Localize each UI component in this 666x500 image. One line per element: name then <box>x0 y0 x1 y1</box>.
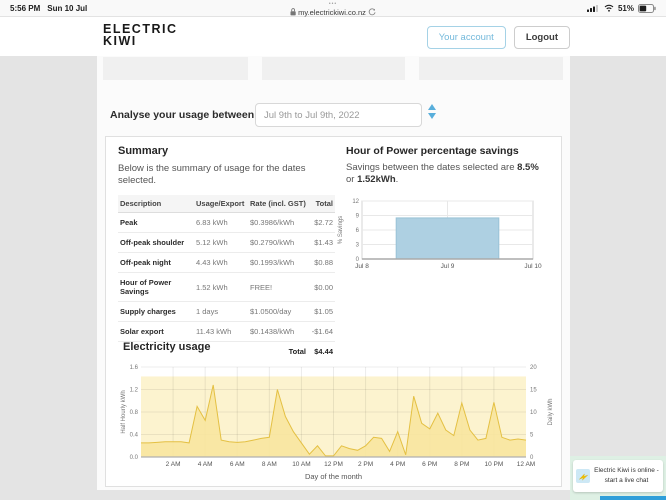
reload-icon[interactable] <box>368 8 376 16</box>
electricity-usage-title: Electricity usage <box>123 341 210 353</box>
logout-button[interactable]: Logout <box>514 26 570 49</box>
summary-col-header: Usage/Export <box>194 195 248 213</box>
hop-bar-chart: 036912% SavingsJul 8Jul 9Jul 10 <box>334 191 556 271</box>
summary-col-header: Total <box>308 195 335 213</box>
hop-title: Hour of Power percentage savings <box>346 145 556 157</box>
hop-percent: 8.5% <box>517 162 539 173</box>
svg-text:Jul 8: Jul 8 <box>355 263 369 270</box>
summary-table-row: Supply charges1 days$1.0500/day$1.05 <box>118 302 335 322</box>
svg-text:Day of the month: Day of the month <box>305 472 362 481</box>
electricity-usage-chart: 0.00.40.81.21.6051015202 AM4 AM6 AM8 AM1… <box>118 359 560 485</box>
svg-text:1.2: 1.2 <box>130 388 139 394</box>
date-range-stepper[interactable] <box>428 104 436 119</box>
wifi-icon <box>604 4 614 12</box>
summary-table: DescriptionUsage/ExportRate (incl. GST)T… <box>118 195 335 361</box>
status-date: Sun 10 Jul <box>47 4 87 13</box>
live-chat-button[interactable]: Electric Kiwi is online - start a live c… <box>573 460 663 492</box>
svg-text:12 AM: 12 AM <box>517 461 535 468</box>
hop-kwh: 1.52kWh <box>357 174 396 185</box>
summary-col-header: Rate (incl. GST) <box>248 195 308 213</box>
svg-text:15: 15 <box>530 388 537 394</box>
svg-text:Jul 9: Jul 9 <box>441 263 455 270</box>
summary-subtitle: Below is the summary of usage for the da… <box>118 163 323 187</box>
svg-text:1.6: 1.6 <box>130 365 139 371</box>
logo-line2: KIWI <box>103 35 178 47</box>
svg-text:5: 5 <box>530 433 534 439</box>
battery-percent: 51% <box>618 4 634 13</box>
hour-of-power-section: Hour of Power percentage savings Savings… <box>346 145 556 186</box>
placeholder-tile-1 <box>103 57 248 80</box>
cellular-signal-icon <box>587 4 600 12</box>
address-bar[interactable]: ••• my.electrickiwi.co.nz <box>290 1 376 16</box>
hop-savings-text: Savings between the dates selected are 8… <box>346 162 548 186</box>
your-account-button[interactable]: Your account <box>427 26 506 49</box>
svg-text:Jul 10: Jul 10 <box>524 263 542 270</box>
kiwi-arrow-icon <box>576 469 590 483</box>
svg-text:8 AM: 8 AM <box>262 461 277 468</box>
svg-text:8 PM: 8 PM <box>454 461 469 468</box>
screen: 5:56 PM Sun 10 Jul ••• my.electrickiwi.c… <box>0 0 666 500</box>
svg-text:9: 9 <box>356 214 360 220</box>
summary-table-row: Off-peak shoulder5.12 kWh$0.2790/kWh$1.4… <box>118 233 335 253</box>
svg-text:10 PM: 10 PM <box>485 461 504 468</box>
summary-table-row: Peak6.83 kWh$0.3986/kWh$2.72 <box>118 213 335 233</box>
chat-line2: start a live chat <box>593 476 660 486</box>
svg-text:6 AM: 6 AM <box>230 461 245 468</box>
svg-text:6 PM: 6 PM <box>422 461 437 468</box>
svg-text:4 PM: 4 PM <box>390 461 405 468</box>
svg-text:2 PM: 2 PM <box>358 461 373 468</box>
chat-launcher-strip[interactable] <box>600 496 666 500</box>
status-bar: 5:56 PM Sun 10 Jul ••• my.electrickiwi.c… <box>0 0 666 17</box>
url-text: my.electrickiwi.co.nz <box>298 9 366 16</box>
lock-icon <box>290 8 296 16</box>
stepper-down-icon[interactable] <box>428 113 436 119</box>
electric-kiwi-logo[interactable]: ELECTRIC KIWI <box>103 23 178 47</box>
status-left: 5:56 PM Sun 10 Jul <box>10 4 87 13</box>
svg-text:4 AM: 4 AM <box>198 461 213 468</box>
stepper-up-icon[interactable] <box>428 104 436 110</box>
svg-text:0.8: 0.8 <box>130 410 139 416</box>
svg-text:6: 6 <box>356 228 360 234</box>
status-time: 5:56 PM <box>10 4 40 13</box>
status-right: 51% <box>587 4 656 13</box>
svg-text:Half Hourly kWh: Half Hourly kWh <box>121 390 127 433</box>
summary-table-row: Solar export11.43 kWh$0.1438/kWh-$1.64 <box>118 322 335 342</box>
svg-text:20: 20 <box>530 365 537 371</box>
svg-text:Daily kWh: Daily kWh <box>548 398 554 425</box>
chat-widget: Electric Kiwi is online - start a live c… <box>570 456 666 500</box>
chat-line1: Electric Kiwi is online - <box>593 466 660 476</box>
svg-text:10 AM: 10 AM <box>292 461 310 468</box>
date-range-label: Analyse your usage between <box>110 109 254 121</box>
chat-status-text: Electric Kiwi is online - start a live c… <box>593 466 660 486</box>
svg-text:0.4: 0.4 <box>130 433 139 439</box>
page-background: Analyse your usage between Summary Below… <box>0 56 666 500</box>
svg-text:0.0: 0.0 <box>130 455 139 461</box>
summary-table-row: Hour of Power Savings1.52 kWhFREE!$0.00 <box>118 273 335 302</box>
svg-text:10: 10 <box>530 410 537 416</box>
date-range-input[interactable] <box>255 103 422 127</box>
summary-title: Summary <box>118 145 336 157</box>
svg-text:12 PM: 12 PM <box>324 461 343 468</box>
placeholder-tile-3 <box>419 57 563 80</box>
placeholder-tile-2 <box>262 57 405 80</box>
site-header: ELECTRIC KIWI Your account Logout <box>0 17 666 56</box>
usage-card: Summary Below is the summary of usage fo… <box>105 136 562 487</box>
multitask-dots-icon: ••• <box>290 1 376 8</box>
svg-text:3: 3 <box>356 243 360 249</box>
battery-icon <box>638 4 656 13</box>
content-column: Analyse your usage between Summary Below… <box>97 56 570 490</box>
summary-col-header: Description <box>118 195 194 213</box>
summary-section: Summary Below is the summary of usage fo… <box>118 145 336 361</box>
svg-text:2 AM: 2 AM <box>166 461 181 468</box>
svg-text:12: 12 <box>352 199 359 205</box>
svg-text:% Savings: % Savings <box>338 216 344 244</box>
summary-table-row: Off-peak night4.43 kWh$0.1993/kWh$0.88 <box>118 253 335 273</box>
